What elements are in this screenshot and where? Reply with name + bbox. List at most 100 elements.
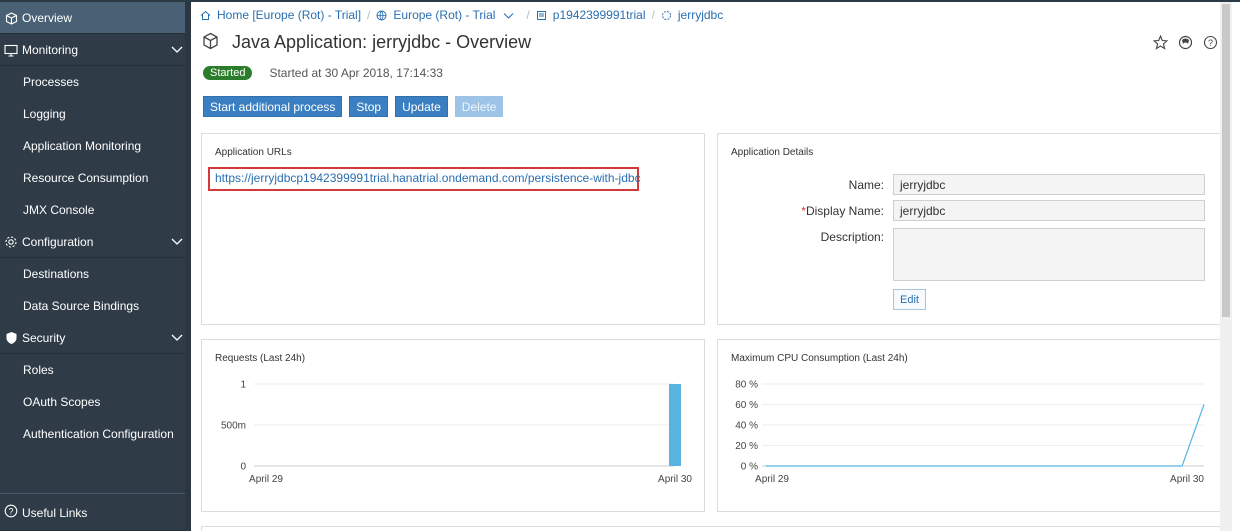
globe-icon (376, 10, 387, 21)
x-tick-label: April 29 (249, 474, 283, 485)
next-panel (201, 526, 1221, 531)
x-tick-label: April 30 (1170, 474, 1204, 485)
page-scrollbar[interactable] (1220, 2, 1232, 531)
series-line (766, 404, 1205, 467)
y-tick-label: 60 % (735, 400, 758, 411)
sidebar-item-destinations[interactable]: Destinations (0, 258, 191, 290)
display-name-value: jerryjdbc (900, 203, 946, 218)
breadcrumb-separator: / (651, 8, 655, 22)
chevron-down-icon[interactable] (171, 331, 183, 346)
application-url-link[interactable]: https://jerryjdbcp1942399991trial.hanatr… (215, 171, 641, 185)
y-tick-label: 20 % (735, 441, 758, 452)
breadcrumb-separator: / (367, 8, 371, 22)
account-icon (536, 10, 547, 21)
useful-links[interactable]: ? Useful Links (0, 495, 191, 531)
start-process-button[interactable]: Start additional process (203, 96, 343, 117)
useful-links-label: Useful Links (22, 505, 88, 520)
home-icon (200, 10, 211, 21)
breadcrumb-separator: / (526, 8, 530, 22)
breadcrumb-region[interactable]: Europe (Rot) - Trial (393, 8, 495, 22)
sidebar-item-application-monitoring[interactable]: Application Monitoring (0, 130, 191, 162)
cpu-chart: 0 % 20 % 40 % 60 % 80 % April 29 April 30 (735, 380, 1205, 485)
sidebar-item-label: Configuration (22, 234, 94, 249)
y-tick-label: 80 % (735, 380, 758, 391)
sidebar-item-resource-consumption[interactable]: Resource Consumption (0, 162, 191, 194)
sidebar-item-label: Monitoring (22, 42, 79, 57)
panel-title: Application URLs (215, 147, 292, 158)
sidebar-item-logging[interactable]: Logging (0, 98, 191, 130)
x-tick-label: April 30 (658, 474, 692, 485)
sidebar-item-label: Security (22, 330, 66, 345)
bar (669, 384, 681, 466)
chevron-down-icon[interactable] (503, 10, 514, 21)
stop-button[interactable]: Stop (349, 96, 389, 117)
application-urls-panel: Application URLs https://jerryjdbcp19423… (201, 133, 705, 325)
sidebar-item-configuration[interactable]: Configuration (0, 226, 191, 258)
status-badge: Started (203, 66, 253, 80)
name-label: Name: (848, 178, 884, 192)
status-row: Started Started at 30 Apr 2018, 17:14:33 (203, 66, 443, 80)
sidebar-item-label: JMX Console (23, 203, 95, 217)
sidebar-item-data-source-bindings[interactable]: Data Source Bindings (0, 290, 191, 322)
chevron-down-icon[interactable] (171, 235, 183, 250)
y-tick-label: 40 % (735, 421, 758, 432)
sidebar-item-label: Resource Consumption (23, 171, 149, 185)
sidebar-item-monitoring[interactable]: Monitoring (0, 34, 191, 66)
sidebar-item-oauth-scopes[interactable]: OAuth Scopes (0, 386, 191, 418)
sidebar-item-roles[interactable]: Roles (0, 354, 191, 386)
sidebar-item-security[interactable]: Security (0, 322, 191, 354)
scrollbar-thumb[interactable] (1222, 4, 1230, 317)
chevron-down-icon[interactable] (171, 43, 183, 58)
action-toolbar: Start additional process Stop Update Del… (203, 96, 504, 117)
cpu-chart-panel: Maximum CPU Consumption (Last 24h) 0 % 20… (717, 339, 1221, 512)
app-icon (661, 10, 672, 21)
page-header: Java Application: jerryjdbc - Overview (202, 32, 531, 53)
sidebar-item-processes[interactable]: Processes (0, 66, 191, 98)
sidebar-item-label: Destinations (23, 267, 90, 281)
breadcrumb-app[interactable]: jerryjdbc (678, 8, 723, 22)
help-icon[interactable]: ? (1203, 35, 1218, 53)
help-icon: ? (4, 504, 18, 518)
description-field (893, 228, 1205, 281)
sidebar-item-label: OAuth Scopes (23, 395, 101, 409)
sidebar-item-label: Data Source Bindings (23, 299, 140, 313)
main-content: Home [Europe (Rot) - Trial] / Europe (Ro… (191, 2, 1240, 531)
y-tick-label: 1 (240, 380, 246, 391)
started-timestamp: Started at 30 Apr 2018, 17:14:33 (269, 66, 443, 80)
cube-icon (4, 11, 18, 25)
shield-icon (4, 331, 18, 345)
breadcrumb-home[interactable]: Home [Europe (Rot) - Trial] (217, 8, 361, 22)
sidebar-item-label: Overview (22, 10, 73, 25)
breadcrumb-account[interactable]: p1942399991trial (553, 8, 646, 22)
star-icon[interactable] (1152, 34, 1169, 53)
sidebar-item-label: Processes (23, 75, 80, 89)
sidebar-divider (0, 493, 185, 494)
display-name-label-text: Display Name: (805, 204, 884, 218)
edit-button[interactable]: Edit (893, 289, 926, 310)
panel-title: Application Details (731, 147, 814, 158)
y-tick-label: 500m (221, 421, 246, 432)
requests-chart-panel: Requests (Last 24h) 0 500m 1 April 29 April … (201, 339, 705, 512)
y-tick-label: 0 % (741, 462, 758, 473)
delete-button[interactable]: Delete (454, 96, 504, 117)
sidebar-item-label: Roles (23, 363, 54, 377)
sidebar: Overview Monitoring Processes Logging Ap… (0, 2, 191, 531)
sidebar-item-authentication-configuration[interactable]: Authentication Configuration (0, 418, 191, 450)
monitor-icon (4, 43, 18, 57)
name-field: jerryjdbc (893, 174, 1205, 195)
display-name-field: jerryjdbc (893, 200, 1205, 221)
sidebar-item-label: Application Monitoring (23, 139, 142, 153)
name-value: jerryjdbc (900, 177, 946, 192)
sidebar-item-overview[interactable]: Overview (0, 2, 191, 34)
display-name-label: *Display Name: (724, 204, 884, 218)
y-tick-label: 0 (240, 462, 246, 473)
header-actions: ? (1152, 34, 1218, 53)
update-button[interactable]: Update (395, 96, 448, 117)
sidebar-item-label: Authentication Configuration (23, 427, 174, 441)
sidebar-item-label: Logging (23, 107, 66, 121)
description-label: Description: (820, 230, 884, 244)
svg-text:?: ? (1208, 38, 1213, 48)
sidebar-item-jmx-console[interactable]: JMX Console (0, 194, 191, 226)
feedback-icon[interactable] (1178, 35, 1193, 53)
page-title: Java Application: jerryjdbc - Overview (232, 32, 532, 52)
